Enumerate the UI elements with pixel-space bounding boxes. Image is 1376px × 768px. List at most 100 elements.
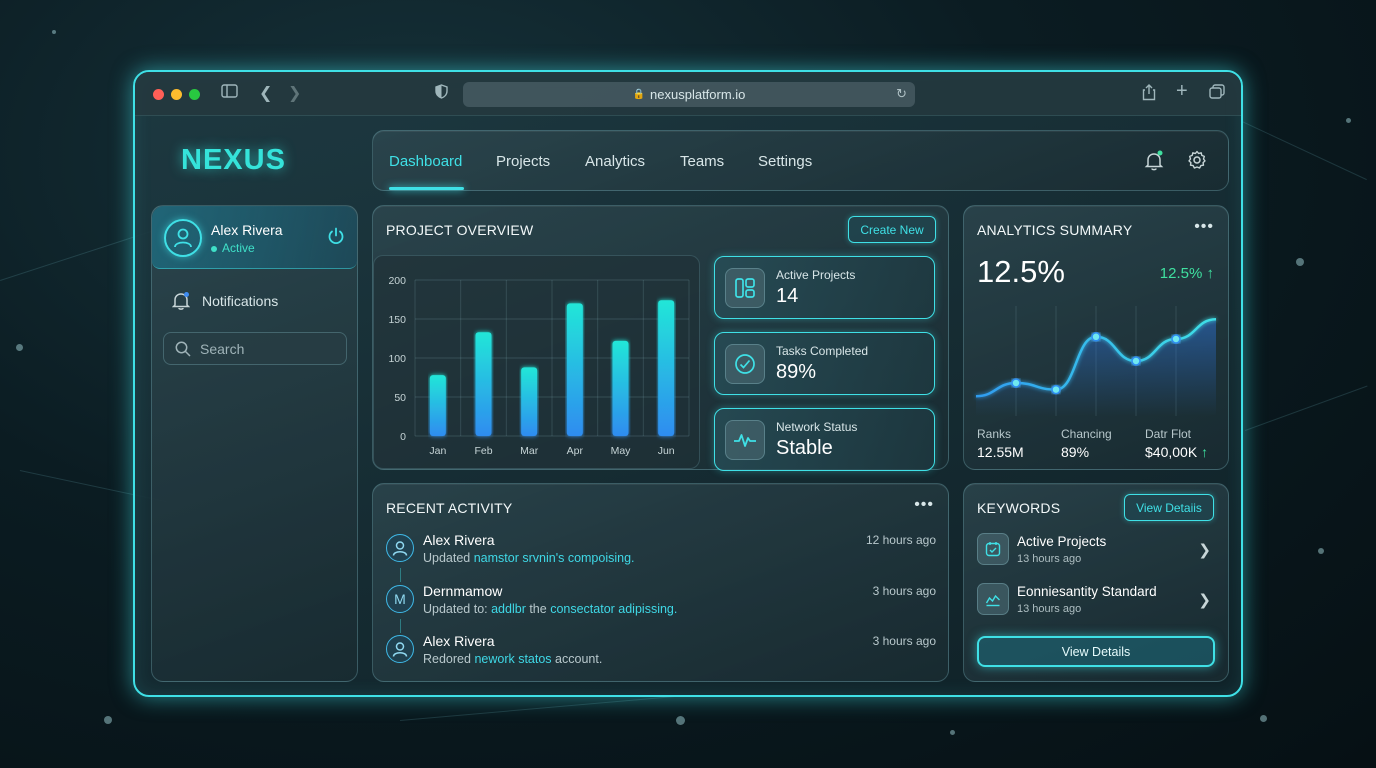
line-point (1091, 332, 1101, 342)
bar-jan (429, 375, 446, 436)
avatar (164, 219, 202, 257)
keywords-panel: KEYWORDS View Detaiis Active Projects 13… (963, 483, 1229, 682)
search-input[interactable]: Search (163, 332, 347, 365)
lock-icon: 🔒 (632, 89, 646, 100)
brand-logo[interactable]: NEXUS (181, 144, 286, 177)
share-icon[interactable] (1142, 84, 1156, 107)
view-details-button[interactable]: View Details (977, 636, 1215, 667)
user-status-label: Active (222, 241, 255, 255)
chevron-right-icon[interactable]: ❯ (1198, 541, 1211, 559)
stat-value: Stable (776, 437, 833, 459)
sidebar-item-notifications[interactable]: Notifications (172, 291, 278, 311)
activity-item[interactable]: Alex Rivera Redored nework statos accoun… (386, 633, 936, 673)
activity-user: Dernmamow (423, 583, 503, 599)
stat-card-active-projects[interactable]: Active Projects 14 (714, 256, 935, 319)
check-circle-icon (725, 344, 765, 384)
metric-value: $40,00K ↑ (1145, 444, 1208, 460)
tab-analytics[interactable]: Analytics (585, 153, 645, 170)
activity-text: Updated to: (423, 602, 492, 616)
create-new-button[interactable]: Create New (848, 216, 936, 243)
pulse-icon (725, 420, 765, 460)
tab-settings[interactable]: Settings (758, 153, 812, 170)
stat-label: Tasks Completed (776, 344, 869, 358)
bar-chart-svg: 0 50 100 150 200 Jan Feb Mar Apr May Jun (388, 275, 690, 457)
analytics-summary-panel: ANALYTICS SUMMARY ••• 12.5% 12.5% ↑ Rank… (963, 205, 1229, 470)
bar-apr (566, 303, 583, 436)
new-tab-icon[interactable]: + (1176, 81, 1188, 101)
activity-item[interactable]: M Dernmamow Updated to: addlbr the conse… (386, 583, 936, 623)
tab-projects[interactable]: Projects (496, 153, 550, 170)
privacy-shield-icon[interactable] (435, 84, 448, 105)
metric-value: 12.55M (977, 444, 1024, 460)
chart-icon (977, 583, 1009, 615)
line-point (1051, 384, 1061, 395)
bar-mar (521, 367, 538, 436)
maximize-window-button[interactable] (189, 89, 200, 100)
user-card[interactable]: Alex Rivera Active (152, 206, 357, 269)
activity-text: account. (551, 652, 603, 666)
line-chart-svg (975, 306, 1217, 416)
activity-time: 12 hours ago (865, 533, 936, 547)
user-avatar-icon (386, 534, 414, 562)
keyword-item[interactable]: Eonniesantity Standard 13 hours ago ❯ (977, 583, 1215, 617)
power-icon[interactable] (327, 227, 345, 250)
sidebar-item-label: Notifications (202, 293, 279, 309)
keyword-item[interactable]: Active Projects 13 hours ago ❯ (977, 533, 1215, 567)
search-placeholder: Search (200, 340, 245, 357)
y-tick-label: 0 (400, 431, 406, 443)
stat-card-tasks-completed[interactable]: Tasks Completed 89% (714, 332, 935, 395)
x-tick-label: Apr (567, 445, 584, 457)
dashboard-grid-icon (725, 268, 765, 308)
recent-activity-panel: RECENT ACTIVITY ••• Alex Rivera Updated … (372, 483, 949, 682)
notification-bell-icon[interactable] (1144, 150, 1164, 177)
activity-item[interactable]: Alex Rivera Updated namstor srvnin's com… (386, 532, 936, 572)
y-tick-label: 100 (388, 353, 406, 365)
panel-title: ANALYTICS SUMMARY (977, 222, 1133, 238)
close-window-button[interactable] (153, 89, 164, 100)
activity-text: Updated (423, 551, 474, 565)
bell-icon (172, 292, 190, 310)
y-tick-label: 200 (388, 275, 406, 287)
y-tick-label: 50 (394, 392, 406, 404)
tab-overview-icon[interactable] (1209, 84, 1225, 105)
tab-dashboard[interactable]: Dashboard (389, 153, 462, 170)
metric-value: 89% (1061, 444, 1090, 460)
gear-icon[interactable] (1187, 150, 1207, 175)
activity-description: Redored nework statos account. (423, 652, 602, 666)
panel-title: RECENT ACTIVITY (386, 500, 513, 516)
activity-description: Updated to: addlbr the consectator adipi… (423, 602, 677, 616)
activity-link[interactable]: namstor srvnin's compoising. (474, 551, 635, 565)
sidebar: Alex Rivera Active Notifications Search (151, 205, 358, 682)
sidebar-toggle-icon[interactable] (221, 84, 238, 104)
reload-icon[interactable]: ↻ (896, 86, 907, 102)
status-dot (211, 245, 217, 252)
user-avatar-icon (386, 635, 414, 663)
stat-card-network-status[interactable]: Network Status Stable (714, 408, 935, 471)
analytics-big-value: 12.5% (977, 254, 1065, 289)
line-point (1171, 334, 1181, 344)
metric-chancing: Chancing 89% (1061, 427, 1112, 460)
back-icon[interactable]: ❮ (259, 84, 272, 104)
user-icon (174, 228, 192, 248)
keyword-name: Active Projects (1017, 534, 1107, 549)
more-options-icon[interactable]: ••• (914, 496, 934, 514)
metric-label: Ranks (977, 427, 1012, 441)
tab-teams[interactable]: Teams (680, 153, 724, 170)
activity-link[interactable]: addlbr (491, 602, 526, 616)
bar-chart: 0 50 100 150 200 Jan Feb Mar Apr May Jun (373, 255, 700, 469)
activity-link[interactable]: nework statos (474, 652, 551, 666)
minimize-window-button[interactable] (171, 89, 182, 100)
metric-label: Chancing (1061, 427, 1112, 441)
line-point (1131, 356, 1141, 366)
address-bar[interactable]: 🔒 nexusplatform.io ↻ (463, 82, 915, 107)
chevron-right-icon[interactable]: ❯ (1198, 591, 1211, 609)
forward-icon[interactable]: ❯ (288, 84, 301, 104)
metric-value-text: $40,00K (1145, 444, 1198, 460)
view-details-header-button[interactable]: View Detaiis (1124, 494, 1214, 521)
line-point (1011, 378, 1021, 388)
more-options-icon[interactable]: ••• (1194, 218, 1214, 236)
x-tick-label: Mar (520, 445, 539, 457)
x-tick-label: Jun (658, 445, 675, 457)
activity-link[interactable]: consectator adipissing. (550, 602, 677, 616)
stat-label: Network Status (776, 420, 858, 434)
